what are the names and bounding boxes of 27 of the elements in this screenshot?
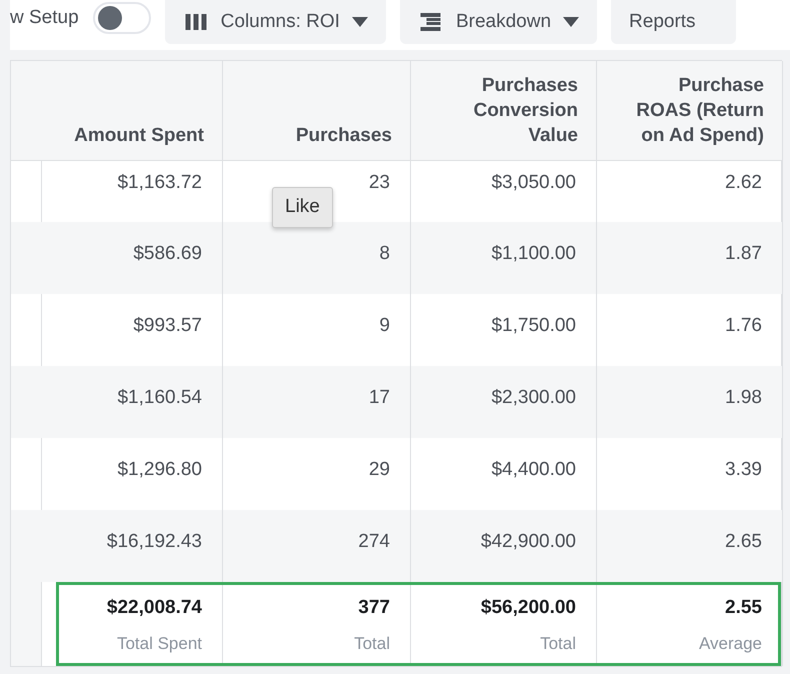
total-value: 377 — [357, 596, 390, 620]
table-cell: 8 — [223, 222, 411, 294]
total-label: Total — [539, 632, 576, 654]
toolbar-button[interactable]: Reports — [611, 0, 736, 44]
column-header[interactable]: Purchases — [223, 61, 411, 161]
tooltip: Like — [272, 187, 333, 228]
table-cell: 2.65 — [597, 510, 783, 582]
total-label: Total Spent — [116, 632, 202, 654]
total-value: 2.55 — [724, 596, 762, 620]
table-cell: 274 — [223, 510, 411, 582]
toolbar-button[interactable]: Columns: ROI — [164, 0, 386, 44]
column-header[interactable]: Purchases Conversion Value — [411, 61, 597, 161]
column-header[interactable]: Purchase ROAS (Return on Ad Spend) — [597, 61, 783, 161]
setup-label: w Setup — [10, 6, 79, 30]
table-cell: $1,100.00 — [411, 222, 597, 294]
columns-icon — [182, 12, 209, 32]
setup-toggle[interactable] — [92, 2, 151, 34]
total-label: Average — [698, 632, 762, 654]
total-value: $22,008.74 — [106, 596, 202, 620]
table-cell: 1.98 — [597, 366, 783, 438]
table-cell: $42,900.00 — [411, 510, 597, 582]
table-cell: 17 — [223, 366, 411, 438]
toolbar-button[interactable]: Breakdown — [400, 0, 598, 44]
table-cell: 1.87 — [597, 222, 783, 294]
total-label: Total — [353, 632, 390, 654]
table-cell: $2,300.00 — [411, 366, 597, 438]
total-value: $56,200.00 — [480, 596, 576, 620]
